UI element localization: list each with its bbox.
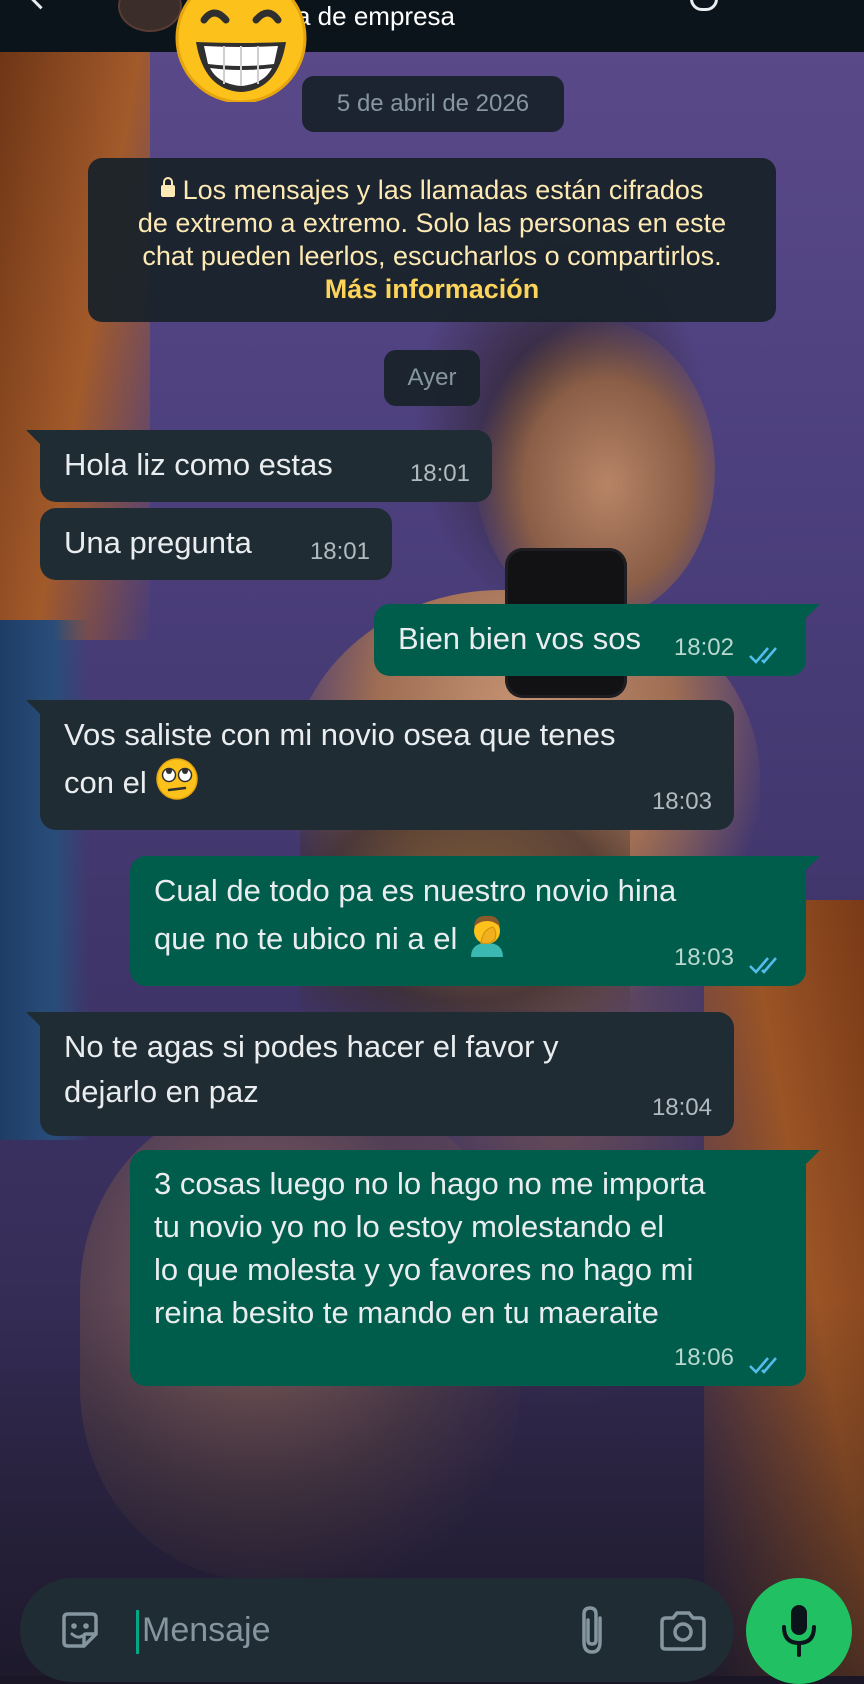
message-time: 18:03 xyxy=(673,944,734,971)
message-outgoing[interactable]: 3 cosas luego no lo hago no me importa t… xyxy=(130,1150,820,1386)
message-input[interactable] xyxy=(142,1602,522,1658)
day-separator: Ayer xyxy=(384,350,480,406)
message-outgoing[interactable]: Bien bien vos sos 18:02 xyxy=(374,604,820,676)
message-text: No te agas si podes hacer el favor y xyxy=(64,1029,559,1064)
message-incoming[interactable]: Hola liz como estas 18:01 xyxy=(26,430,492,502)
encryption-text-1: Los mensajes y las llamadas están cifrad… xyxy=(182,175,704,205)
message-composer[interactable] xyxy=(20,1578,734,1682)
more-info-link[interactable]: Más información xyxy=(88,273,776,306)
message-text: que no te ubico ni a el xyxy=(154,921,458,956)
grinning-face-sticker xyxy=(175,0,307,102)
message-time: 18:02 xyxy=(673,634,734,661)
encryption-notice-line2: de extremo a extremo. Solo las personas … xyxy=(137,208,727,238)
chat-header[interactable]: a de empresa xyxy=(0,0,864,52)
message-text: Una pregunta xyxy=(64,525,252,560)
message-text: lo que molesta y yo favores no hago mi xyxy=(154,1252,694,1287)
text-caret xyxy=(136,1610,139,1654)
mic-icon xyxy=(782,1605,816,1657)
message-text: tu novio yo no lo estoy molestando el xyxy=(154,1209,665,1244)
message-time: 18:04 xyxy=(651,1094,712,1121)
message-text: reina besito te mando en tu maeraite xyxy=(154,1295,659,1330)
message-text: Vos saliste con mi novio osea que tenes xyxy=(64,717,616,752)
message-text: Cual de todo pa es nuestro novio hina xyxy=(154,873,677,908)
encryption-notice-line1: Los mensajes y las llamadas están cifrad… xyxy=(88,174,776,207)
back-arrow-icon[interactable] xyxy=(25,0,56,10)
encryption-notice-line3: chat pueden leerlos, escucharlos o compa… xyxy=(142,241,722,271)
message-time: 18:01 xyxy=(409,460,470,487)
contact-avatar[interactable] xyxy=(118,0,182,32)
lock-icon xyxy=(160,177,175,197)
contact-subtitle: a de empresa xyxy=(296,1,455,31)
message-time: 18:03 xyxy=(651,788,712,815)
date-separator: 5 de abril de 2026 xyxy=(302,76,564,132)
person-facepalming-icon xyxy=(471,915,504,957)
double-check-icon xyxy=(749,647,777,664)
attach-icon[interactable] xyxy=(572,1604,612,1656)
double-check-icon xyxy=(749,957,777,974)
message-incoming[interactable]: Una pregunta 18:01 xyxy=(40,508,392,580)
sticker-icon[interactable] xyxy=(58,1608,102,1652)
double-check-icon xyxy=(749,1357,777,1374)
message-text: Hola liz como estas xyxy=(64,447,333,482)
message-time: 18:06 xyxy=(673,1344,734,1371)
message-text: Bien bien vos sos xyxy=(398,621,641,656)
message-text-line2: con el xyxy=(64,757,710,805)
face-with-rolling-eyes-icon xyxy=(155,758,198,800)
message-text: 3 cosas luego no lo hago no me importa xyxy=(154,1166,706,1201)
message-time: 18:01 xyxy=(309,538,370,565)
camera-icon[interactable] xyxy=(658,1610,708,1652)
message-text: con el xyxy=(64,765,147,800)
message-outgoing[interactable]: Cual de todo pa es nuestro novio hina qu… xyxy=(130,856,820,986)
call-icon[interactable] xyxy=(690,0,718,11)
message-text: dejarlo en paz xyxy=(64,1074,259,1109)
message-incoming[interactable]: Vos saliste con mi novio osea que tenes … xyxy=(26,700,734,830)
voice-message-button[interactable] xyxy=(746,1578,852,1684)
message-incoming[interactable]: No te agas si podes hacer el favor y dej… xyxy=(26,1012,734,1136)
encryption-notice[interactable]: Los mensajes y las llamadas están cifrad… xyxy=(88,158,776,322)
